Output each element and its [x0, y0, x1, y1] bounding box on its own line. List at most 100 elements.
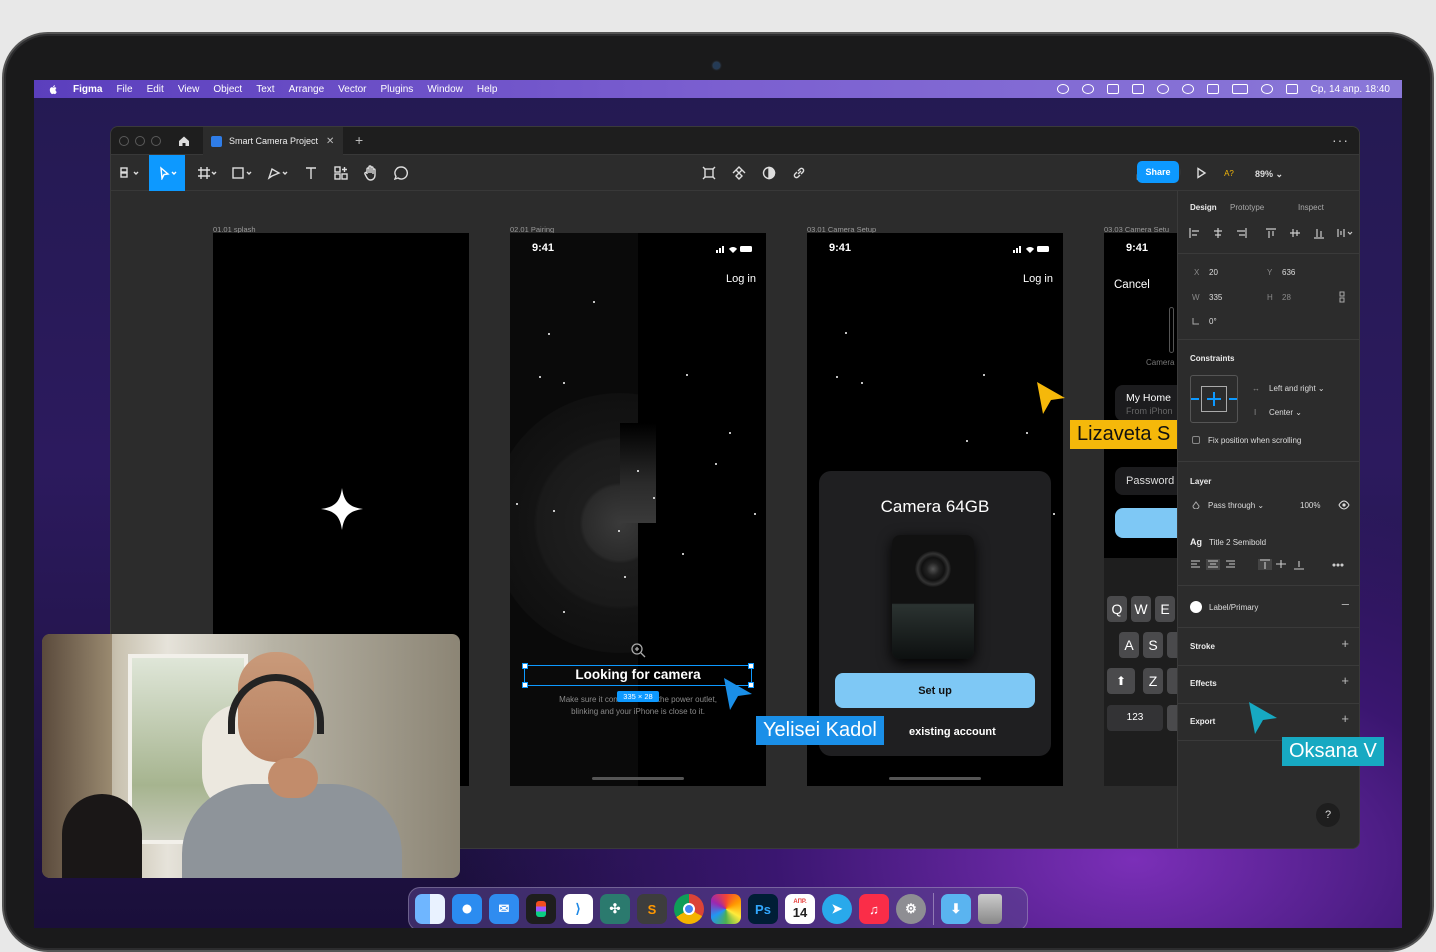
- user-icon[interactable]: [1181, 84, 1194, 94]
- close-tab-icon[interactable]: ✕: [326, 136, 334, 147]
- menu-edit[interactable]: Edit: [147, 84, 164, 95]
- key-d[interactable]: [1167, 632, 1177, 658]
- photos-icon[interactable]: [711, 894, 741, 924]
- location-icon[interactable]: [1056, 84, 1069, 94]
- tab-document[interactable]: Smart Camera Project ✕: [203, 127, 343, 155]
- components-tool-icon[interactable]: [331, 163, 351, 183]
- music-icon[interactable]: ♫: [859, 894, 889, 924]
- more-icon[interactable]: ···: [1332, 132, 1349, 148]
- add-stroke-icon[interactable]: +: [1341, 636, 1349, 651]
- fill-style-name[interactable]: Label/Primary: [1209, 603, 1258, 612]
- trash-icon[interactable]: [978, 894, 1002, 924]
- new-tab-icon[interactable]: +: [355, 132, 363, 148]
- fix-position-checkbox[interactable]: [1192, 436, 1200, 444]
- calendar-icon[interactable]: АПР. 14: [785, 894, 815, 924]
- zoom-dropdown[interactable]: 89% ⌄: [1255, 169, 1283, 180]
- login-link[interactable]: Log in: [1023, 273, 1053, 285]
- constraint-vertical[interactable]: Center ⌄: [1269, 408, 1302, 417]
- text-style-name[interactable]: Title 2 Semibold: [1209, 538, 1266, 547]
- text-tool-icon[interactable]: [301, 163, 321, 183]
- text-align-icons[interactable]: [1190, 559, 1360, 571]
- battery-icon[interactable]: [1231, 84, 1248, 94]
- tab-prototype[interactable]: Prototype: [1230, 203, 1264, 212]
- minimize-window-button[interactable]: [135, 136, 145, 146]
- shape-tool-icon[interactable]: [229, 163, 257, 183]
- sublime-icon[interactable]: S: [637, 894, 667, 924]
- touch-icon[interactable]: ✣: [600, 894, 630, 924]
- opacity-field[interactable]: 100%: [1300, 501, 1320, 510]
- menu-arrange[interactable]: Arrange: [289, 84, 325, 95]
- key-s[interactable]: S: [1143, 632, 1163, 658]
- key-x[interactable]: [1167, 668, 1177, 694]
- key-e[interactable]: E: [1155, 596, 1175, 622]
- main-menu-icon[interactable]: [117, 163, 143, 183]
- pen-tool-icon[interactable]: [265, 163, 293, 183]
- menu-clock[interactable]: Ср, 14 апр. 18:40: [1311, 84, 1390, 95]
- tab-design[interactable]: Design: [1190, 203, 1217, 212]
- cloud-icon[interactable]: [1081, 84, 1094, 94]
- car-icon[interactable]: [1131, 84, 1144, 94]
- frame-tool-icon[interactable]: [195, 163, 221, 183]
- h-field[interactable]: 28: [1282, 293, 1291, 302]
- downloads-icon[interactable]: ⬇: [941, 894, 971, 924]
- blend-mode-dropdown[interactable]: Pass through ⌄: [1208, 501, 1264, 510]
- key-a[interactable]: A: [1119, 632, 1139, 658]
- share-button[interactable]: Share: [1137, 161, 1179, 183]
- menu-file[interactable]: File: [116, 84, 132, 95]
- menu-text[interactable]: Text: [256, 84, 274, 95]
- constrain-proportions-icon[interactable]: [1338, 291, 1346, 303]
- help-button[interactable]: ?: [1316, 803, 1340, 827]
- chrome-icon[interactable]: [674, 894, 704, 924]
- shift-key-icon[interactable]: ⬆: [1107, 668, 1135, 694]
- menu-help[interactable]: Help: [477, 84, 498, 95]
- mail-icon[interactable]: ✉: [489, 894, 519, 924]
- safari-icon[interactable]: [452, 894, 482, 924]
- password-field[interactable]: Password: [1115, 467, 1177, 495]
- move-tool-icon[interactable]: [149, 155, 185, 191]
- cancel-link[interactable]: Cancel: [1114, 279, 1150, 291]
- menu-app-name[interactable]: Figma: [73, 84, 102, 95]
- home-field[interactable]: My Home From iPhon: [1115, 385, 1177, 421]
- login-link[interactable]: Log in: [726, 273, 756, 285]
- menu-plugins[interactable]: Plugins: [381, 84, 414, 95]
- hand-tool-icon[interactable]: [361, 163, 381, 183]
- frame-camera-setup[interactable]: 9:41 Log in Camera 64GB Set up existing …: [807, 233, 1063, 786]
- fill-swatch[interactable]: [1190, 601, 1202, 613]
- zoom-window-button[interactable]: [151, 136, 161, 146]
- w-field[interactable]: 335: [1209, 293, 1222, 302]
- menu-object[interactable]: Object: [213, 84, 242, 95]
- key-w[interactable]: W: [1131, 596, 1151, 622]
- continue-button[interactable]: [1115, 508, 1177, 538]
- figma-icon[interactable]: [526, 894, 556, 924]
- menu-view[interactable]: View: [178, 84, 200, 95]
- menu-vector[interactable]: Vector: [338, 84, 366, 95]
- play-icon[interactable]: [1156, 84, 1169, 94]
- frame-selection-icon[interactable]: [699, 163, 719, 183]
- key-z[interactable]: Z: [1143, 668, 1163, 694]
- home-icon[interactable]: [177, 134, 191, 148]
- eye-icon[interactable]: [1338, 500, 1350, 510]
- key-123[interactable]: 123: [1107, 705, 1163, 731]
- video-call-tile[interactable]: [42, 634, 460, 878]
- add-effect-icon[interactable]: +: [1341, 673, 1349, 688]
- component-icon[interactable]: [729, 163, 749, 183]
- add-export-icon[interactable]: +: [1341, 711, 1349, 726]
- present-icon[interactable]: [1191, 163, 1211, 183]
- finder-icon[interactable]: [415, 894, 445, 924]
- menu-window[interactable]: Window: [427, 84, 463, 95]
- key-q[interactable]: Q: [1107, 596, 1127, 622]
- wifi-icon[interactable]: [1260, 84, 1273, 94]
- y-field[interactable]: 636: [1282, 268, 1295, 277]
- shield-icon[interactable]: [1106, 84, 1119, 94]
- accessibility-label[interactable]: A?: [1219, 163, 1239, 183]
- link-icon[interactable]: [789, 163, 809, 183]
- telegram-icon[interactable]: ➤: [822, 894, 852, 924]
- setup-button[interactable]: Set up: [835, 673, 1035, 708]
- vscode-icon[interactable]: ⟩: [563, 894, 593, 924]
- align-icons[interactable]: [1188, 227, 1353, 239]
- remove-fill-icon[interactable]: –: [1342, 596, 1349, 611]
- control-center-icon[interactable]: [1285, 84, 1298, 94]
- apple-icon[interactable]: [48, 84, 59, 95]
- frame-camera-setup-2[interactable]: 9:41 Cancel Camera My Home From iPhon Pa…: [1104, 233, 1177, 786]
- tab-inspect[interactable]: Inspect: [1298, 203, 1324, 212]
